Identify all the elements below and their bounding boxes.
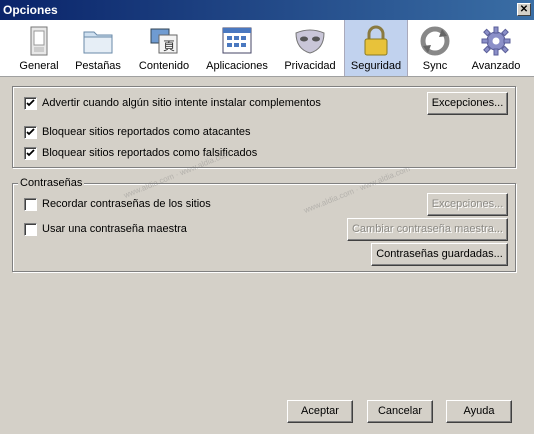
tab-label: Contenido [138, 60, 190, 72]
general-icon [30, 26, 48, 56]
tab-label: Pestañas [75, 60, 121, 72]
saved-passwords-button[interactable]: Contraseñas guardadas... [371, 243, 508, 266]
warn-addons-option[interactable]: Advertir cuando algún sitio intente inst… [24, 97, 404, 111]
tabs-folder-icon [83, 31, 113, 54]
close-button[interactable]: ✕ [517, 3, 531, 16]
tab-label: Avanzado [471, 60, 521, 72]
options-window: Opciones ✕ General Pestañas 頁 Contenido … [0, 0, 534, 434]
remember-passwords-label: Recordar contraseñas de los sitios [42, 198, 211, 210]
applications-icon [222, 27, 252, 54]
password-exceptions-button[interactable]: Excepciones... [427, 193, 508, 216]
block-forgery-checkbox[interactable] [24, 147, 37, 160]
remember-passwords-option[interactable]: Recordar contraseñas de los sitios [24, 198, 324, 212]
remember-passwords-checkbox[interactable] [24, 198, 37, 211]
content-icon: 頁 [150, 28, 178, 54]
master-password-checkbox[interactable] [24, 223, 37, 236]
warn-addons-label: Advertir cuando algún sitio intente inst… [42, 97, 321, 109]
tab-label: General [19, 60, 59, 72]
block-attack-label: Bloquear sitios reportados como atacante… [42, 126, 251, 138]
passwords-legend: Contraseñas [18, 177, 85, 189]
tab-label: Seguridad [350, 60, 402, 72]
cancel-button[interactable]: Cancelar [367, 400, 433, 423]
tab-applications[interactable]: Aplicaciones [202, 20, 272, 76]
addon-exceptions-button[interactable]: Excepciones... [427, 92, 508, 115]
tab-privacy[interactable]: Privacidad [280, 20, 340, 76]
block-forgery-option[interactable]: Bloquear sitios reportados como falsific… [24, 147, 404, 161]
tab-security[interactable]: Seguridad [344, 20, 408, 76]
tab-content[interactable]: 頁 Contenido [134, 20, 194, 76]
block-attack-option[interactable]: Bloquear sitios reportados como atacante… [24, 126, 404, 140]
checkmark-icon [26, 149, 35, 157]
warn-addons-checkbox[interactable] [24, 97, 37, 110]
tab-label: Privacidad [284, 60, 336, 72]
tab-label: Aplicaciones [206, 60, 268, 72]
tab-tabs[interactable]: Pestañas [70, 20, 126, 76]
title-bar[interactable]: Opciones ✕ [0, 0, 534, 20]
change-master-password-button[interactable]: Cambiar contraseña maestra... [347, 218, 508, 241]
block-forgery-label: Bloquear sitios reportados como falsific… [42, 147, 258, 159]
gear-icon [481, 26, 511, 56]
window-title: Opciones [3, 3, 58, 17]
accept-button[interactable]: Aceptar [287, 400, 353, 423]
tab-label: Sync [422, 60, 448, 72]
help-button[interactable]: Ayuda [446, 400, 512, 423]
tab-sync[interactable]: Sync [412, 20, 458, 76]
master-password-label: Usar una contraseña maestra [42, 223, 187, 235]
tab-general[interactable]: General [12, 20, 66, 76]
privacy-mask-icon [295, 29, 325, 54]
preferences-toolbar: General Pestañas 頁 Contenido Aplicacione… [0, 20, 534, 77]
block-attack-checkbox[interactable] [24, 126, 37, 139]
master-password-option[interactable]: Usar una contraseña maestra [24, 223, 324, 237]
checkmark-icon [26, 99, 35, 107]
tab-advanced[interactable]: Avanzado [466, 20, 526, 76]
sync-icon [420, 26, 450, 56]
checkmark-icon [26, 128, 35, 136]
svg-text:頁: 頁 [163, 39, 175, 53]
lock-icon [364, 25, 388, 56]
